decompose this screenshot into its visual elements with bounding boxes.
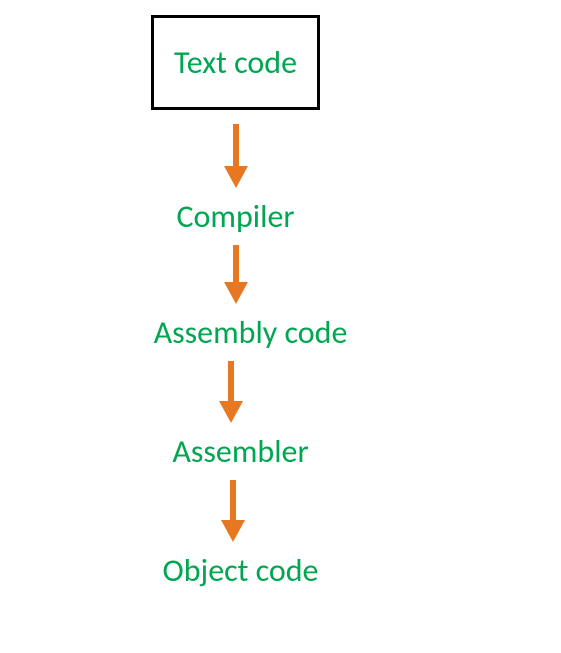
arrow-down-icon	[218, 478, 248, 544]
node-label: Assembler	[172, 432, 308, 471]
node-object-code: Object code	[163, 551, 319, 590]
arrow-down-icon	[216, 359, 246, 425]
compilation-flow-diagram: Text code Compiler Assembly code Assembl…	[0, 0, 561, 595]
arrow-down-icon	[221, 122, 251, 190]
node-compiler: Compiler	[176, 197, 294, 236]
node-label: Compiler	[176, 197, 294, 236]
arrow-down-icon	[221, 243, 251, 306]
node-assembly-code: Assembly code	[154, 313, 348, 352]
node-label: Text code	[174, 43, 297, 82]
node-assembler: Assembler	[172, 432, 308, 471]
node-label: Object code	[163, 551, 319, 590]
node-text-code: Text code	[151, 15, 320, 110]
node-label: Assembly code	[154, 313, 348, 352]
